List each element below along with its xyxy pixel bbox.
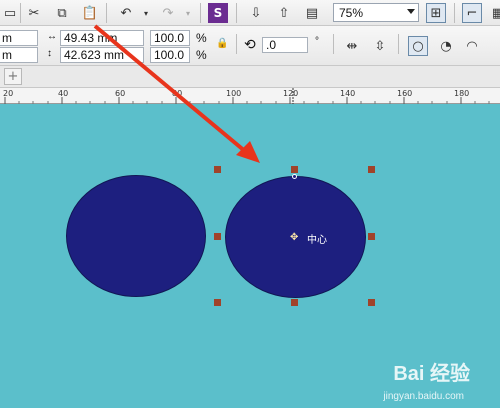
annotation-arrow bbox=[93, 24, 260, 163]
drawing-canvas[interactable]: ✥ 中心 Bai 经验 jingyan.baidu.com bbox=[0, 24, 500, 408]
baidu-watermark: Bai 经验 bbox=[393, 363, 470, 385]
annotation-arrow-shaft bbox=[93, 24, 248, 154]
watermark-url: jingyan.baidu.com bbox=[383, 391, 464, 402]
